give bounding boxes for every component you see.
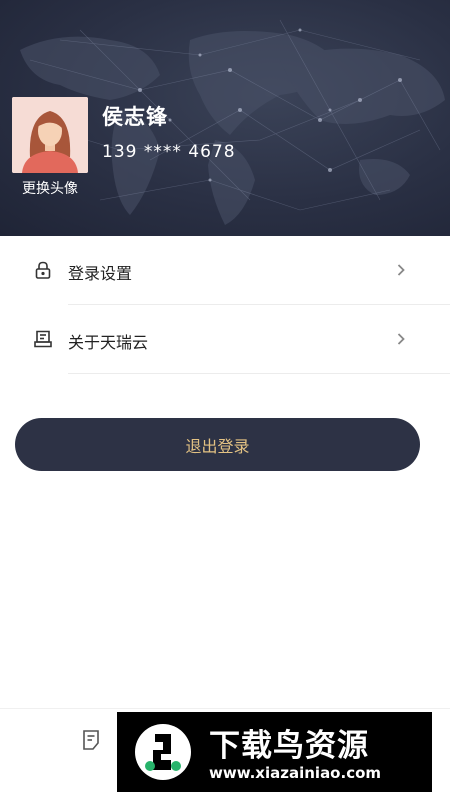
watermark-title: 下载鸟资源 xyxy=(209,728,369,764)
info-card-icon xyxy=(34,330,52,348)
user-phone: 139 **** 4678 xyxy=(102,142,236,162)
menu-item-about[interactable]: 关于天瑞云 xyxy=(0,305,450,374)
chevron-right-icon xyxy=(397,333,405,345)
avatar[interactable] xyxy=(12,97,88,173)
menu-item-label: 关于天瑞云 xyxy=(68,333,149,352)
divider xyxy=(68,373,450,374)
user-name: 侯志锋 xyxy=(102,105,168,129)
logout-button[interactable]: 退出登录 xyxy=(15,418,420,471)
menu-item-label: 登录设置 xyxy=(68,264,133,283)
change-avatar-link[interactable]: 更换头像 xyxy=(12,178,88,198)
document-icon[interactable] xyxy=(81,729,101,751)
watermark-logo xyxy=(135,724,191,780)
settings-menu: 登录设置 关于天瑞云 xyxy=(0,236,450,374)
female-avatar-icon xyxy=(12,97,88,173)
lock-icon xyxy=(35,261,51,279)
menu-item-login-settings[interactable]: 登录设置 xyxy=(0,236,450,305)
watermark-banner: 下载鸟资源 www.xiazainiao.com xyxy=(117,712,432,792)
profile-header: 更换头像 侯志锋 139 **** 4678 xyxy=(0,0,450,236)
watermark-url: www.xiazainiao.com xyxy=(209,764,382,782)
chevron-right-icon xyxy=(397,264,405,276)
